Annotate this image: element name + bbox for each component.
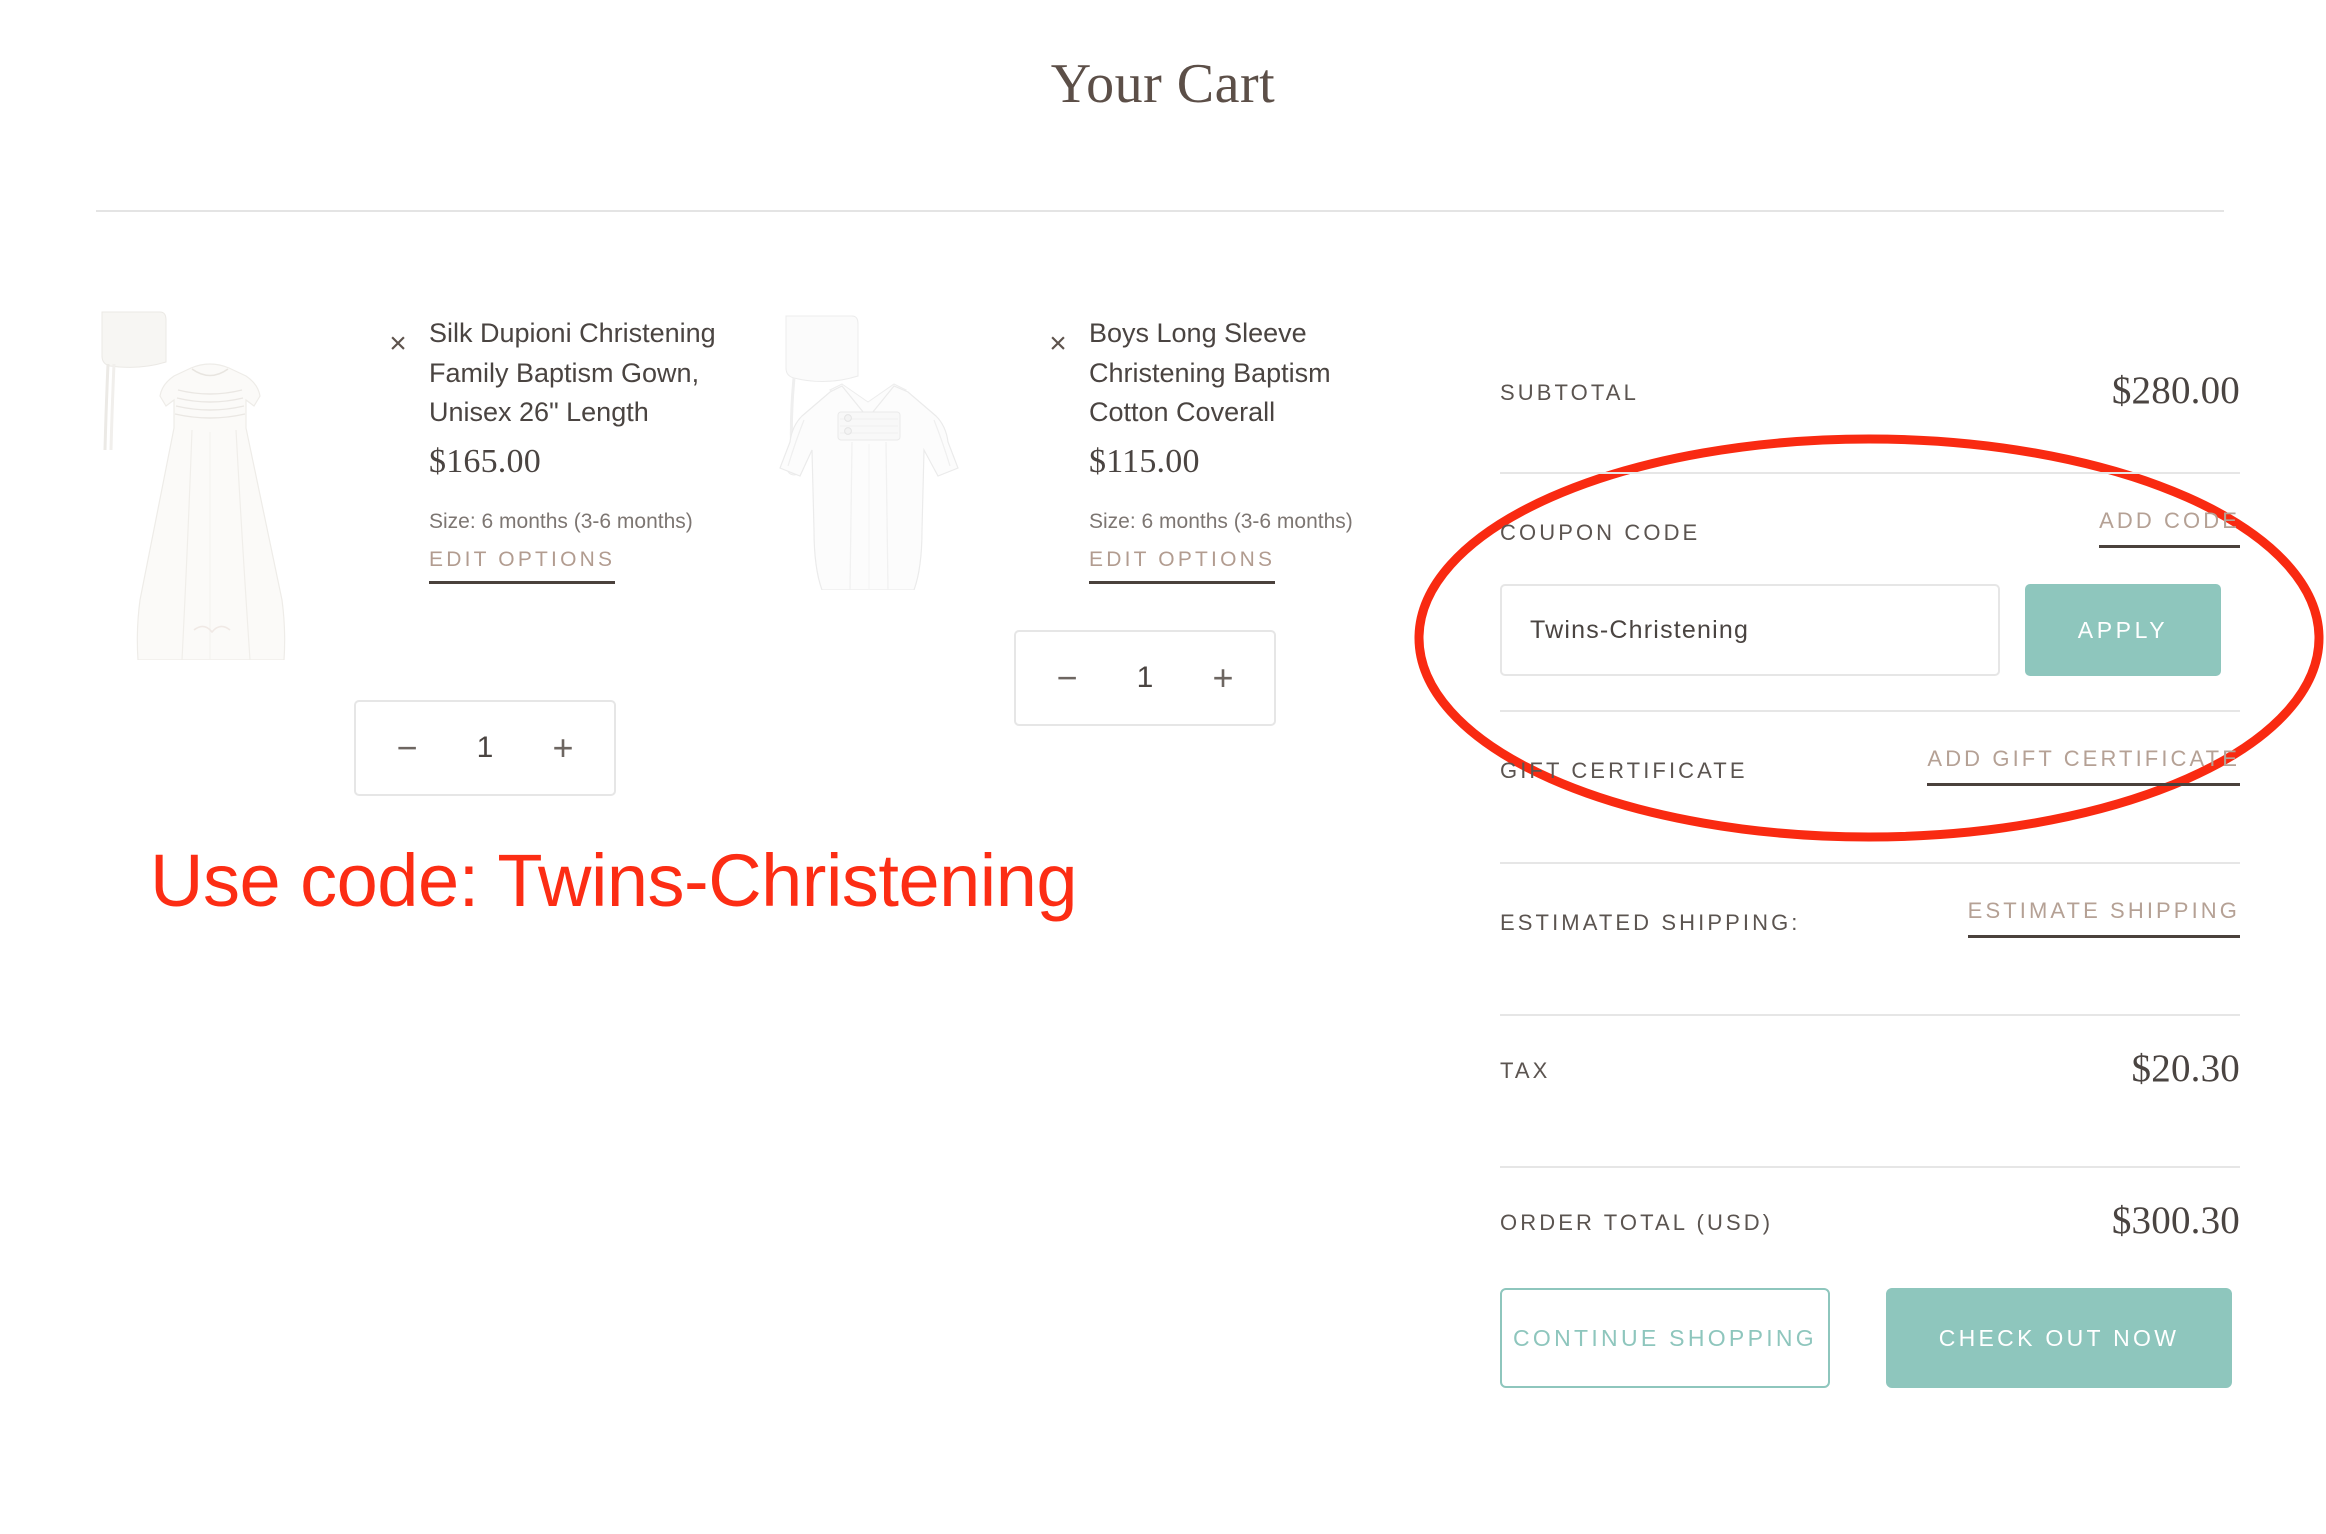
- product-size: Size: 6 months (3-6 months): [429, 510, 693, 534]
- product-details: Boys Long Sleeve Christening Baptism Cot…: [1089, 300, 1394, 585]
- order-total-label: ORDER TOTAL (USD): [1500, 1210, 1774, 1235]
- gift-certificate-label: GIFT CERTIFICATE: [1500, 758, 1748, 783]
- estimated-shipping-label: ESTIMATED SHIPPING:: [1500, 910, 1801, 935]
- quantity-stepper[interactable]: − 1 +: [1014, 630, 1276, 726]
- add-gift-certificate-link[interactable]: ADD GIFT CERTIFICATE: [1927, 746, 2240, 786]
- page-title: Your Cart: [1050, 53, 1276, 115]
- estimate-shipping-link[interactable]: ESTIMATE SHIPPING: [1967, 898, 2240, 938]
- product-details: Silk Dupioni Christening Family Baptism …: [429, 300, 734, 585]
- product-thumbnail[interactable]: [96, 300, 324, 660]
- quantity-increment-button[interactable]: +: [542, 730, 584, 766]
- remove-item-button[interactable]: ×: [1041, 327, 1075, 361]
- apply-coupon-button[interactable]: APPLY: [2025, 584, 2221, 676]
- christening-gown-image: [96, 300, 324, 660]
- subtotal-value: $280.00: [2111, 369, 2240, 412]
- product-price: $115.00: [1089, 443, 1200, 481]
- quantity-decrement-button[interactable]: −: [1046, 660, 1088, 696]
- tax-label: TAX: [1500, 1058, 1551, 1083]
- continue-shopping-button[interactable]: CONTINUE SHOPPING: [1500, 1288, 1830, 1388]
- remove-item-button[interactable]: ×: [381, 327, 415, 361]
- cart-item: × Boys Long Sleeve Christening Baptism C…: [756, 300, 1394, 590]
- edit-options-link[interactable]: EDIT OPTIONS: [1089, 548, 1276, 585]
- annotation-text: Use code: Twins-Christening: [150, 839, 1078, 922]
- order-total-value: $300.30: [2111, 1199, 2240, 1242]
- product-thumbnail[interactable]: [756, 300, 984, 590]
- summary-row-shipping: ESTIMATED SHIPPING: ESTIMATE SHIPPING: [1500, 864, 2240, 1014]
- cart-page: Your Cart × Silk Dupioni Christening Fam…: [0, 0, 2326, 1534]
- summary-row-subtotal: SUBTOTAL $280.00: [1500, 368, 2240, 472]
- product-name: Silk Dupioni Christening Family Baptism …: [429, 318, 716, 428]
- summary-row-coupon: COUPON CODE ADD CODE: [1500, 474, 2240, 566]
- summary-actions: CONTINUE SHOPPING CHECK OUT NOW: [1500, 1288, 2240, 1388]
- subtotal-label: SUBTOTAL: [1500, 380, 1639, 405]
- quantity-stepper[interactable]: − 1 +: [354, 700, 616, 796]
- add-code-link[interactable]: ADD CODE: [2099, 508, 2240, 548]
- check-out-now-button[interactable]: CHECK OUT NOW: [1886, 1288, 2232, 1388]
- cart-item: × Silk Dupioni Christening Family Baptis…: [96, 300, 734, 660]
- quantity-value: 1: [476, 731, 494, 764]
- baby-coverall-image: [756, 300, 984, 590]
- product-size: Size: 6 months (3-6 months): [1089, 510, 1353, 534]
- summary-row-tax: TAX $20.30: [1500, 1016, 2240, 1166]
- summary-row-gift-certificate: GIFT CERTIFICATE ADD GIFT CERTIFICATE: [1500, 712, 2240, 862]
- edit-options-link[interactable]: EDIT OPTIONS: [429, 548, 616, 585]
- coupon-entry: APPLY: [1500, 584, 2240, 676]
- coupon-code-label: COUPON CODE: [1500, 520, 1701, 545]
- product-price: $165.00: [429, 443, 541, 481]
- coupon-code-input[interactable]: [1500, 584, 2000, 676]
- order-summary: SUBTOTAL $280.00 COUPON CODE ADD CODE AP…: [1500, 368, 2240, 1388]
- quantity-value: 1: [1136, 661, 1154, 694]
- summary-row-order-total: ORDER TOTAL (USD) $300.30: [1500, 1168, 2240, 1254]
- title-divider: [96, 210, 2224, 212]
- quantity-increment-button[interactable]: +: [1202, 660, 1244, 696]
- quantity-decrement-button[interactable]: −: [386, 730, 428, 766]
- tax-value: $20.30: [2131, 1047, 2240, 1090]
- product-name: Boys Long Sleeve Christening Baptism Cot…: [1089, 318, 1331, 428]
